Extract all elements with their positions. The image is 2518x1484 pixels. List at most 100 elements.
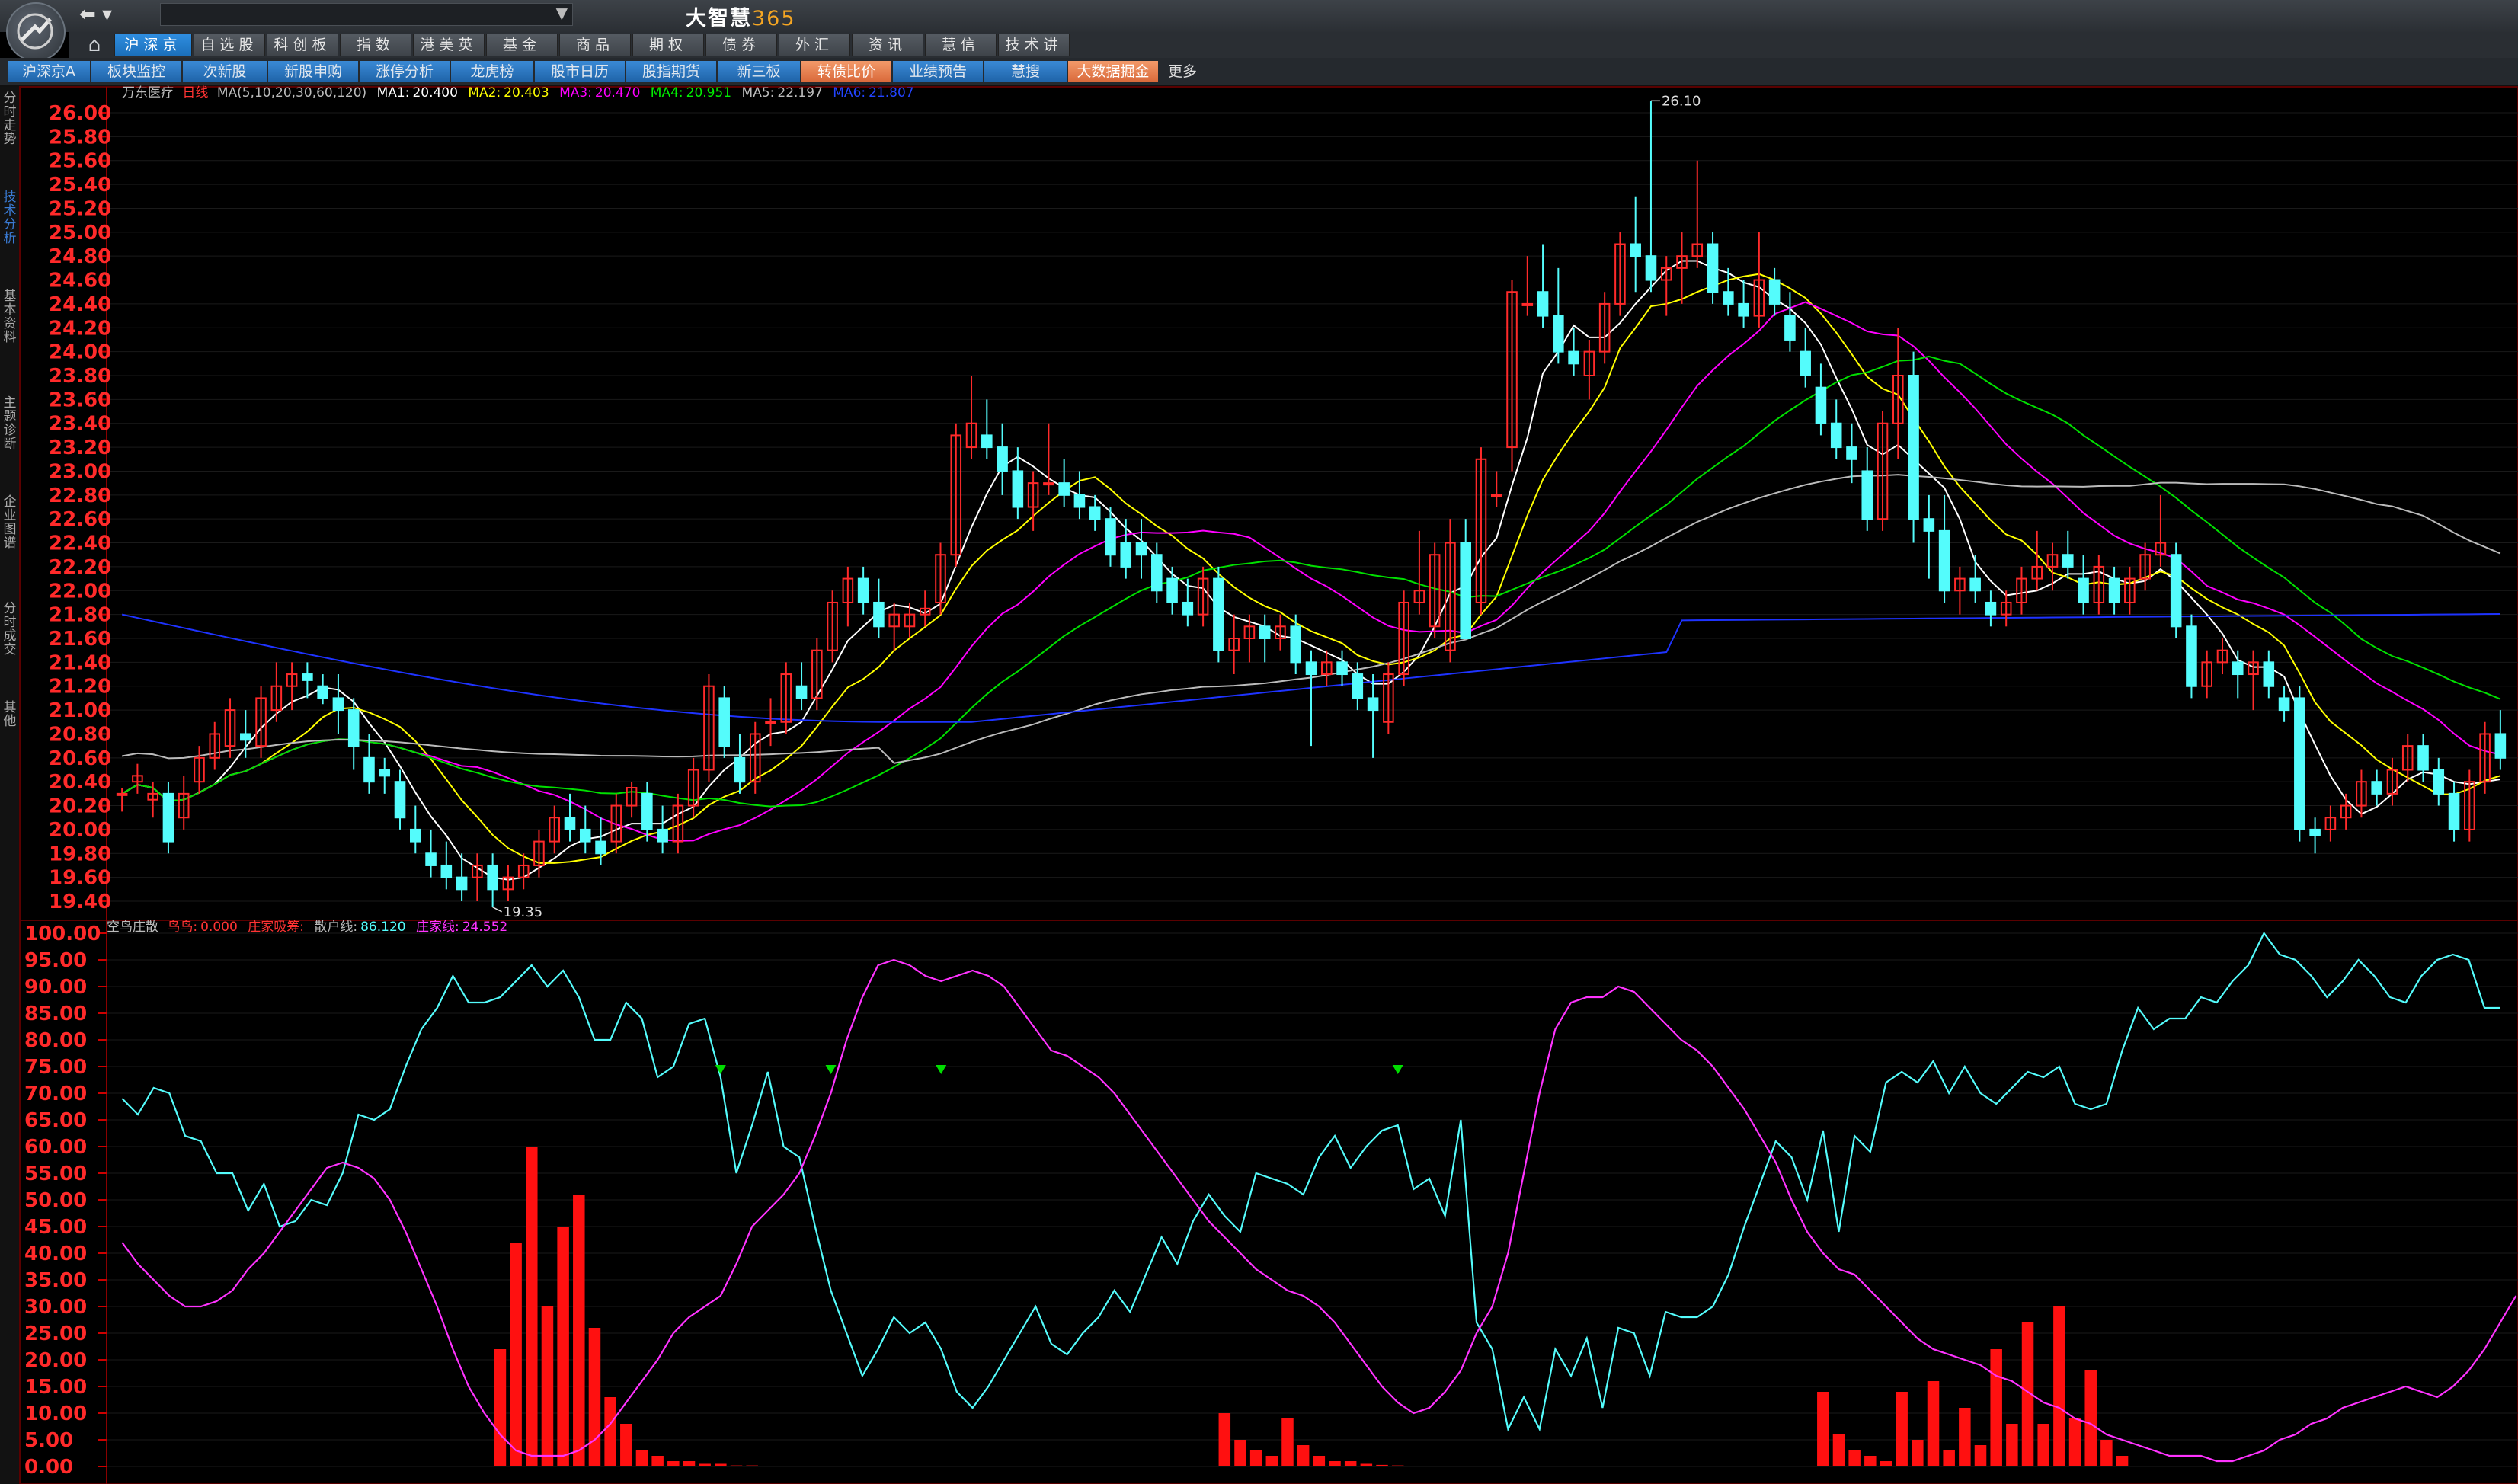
- candle-body: [1645, 255, 1657, 281]
- chip-bar: [510, 1243, 522, 1466]
- price-legend: 万东医疗 日线 MA(5,10,20,30,60,120) MA1: 20.400…: [122, 85, 914, 101]
- chip-bar: [1249, 1450, 1262, 1466]
- candle-body: [1367, 697, 1379, 712]
- chip-bar: [604, 1397, 616, 1466]
- candle-body: [1089, 506, 1101, 520]
- chip-bar: [699, 1463, 711, 1466]
- candle-body: [1830, 422, 1842, 449]
- candle-body: [1182, 601, 1194, 616]
- indicator-tick-label: 95.00: [24, 949, 87, 972]
- price-tick-label: 24.60: [49, 270, 111, 293]
- candle-body: [1923, 518, 1935, 532]
- candle-body: [1259, 625, 1271, 639]
- chip-bar: [1344, 1461, 1357, 1466]
- chip-bar: [1265, 1456, 1278, 1466]
- moving-average-lines: [121, 260, 2501, 881]
- chip-bar: [651, 1456, 664, 1466]
- candle-body: [162, 792, 174, 843]
- candle-body: [1043, 482, 1054, 486]
- candle-body: [1105, 518, 1116, 556]
- candle-body: [1707, 243, 1719, 293]
- chip-bar: [1329, 1461, 1341, 1466]
- candle-body: [1151, 554, 1163, 592]
- indicator-tick-label: 30.00: [24, 1296, 87, 1319]
- candle-body: [487, 864, 498, 891]
- price-tick-label: 24.80: [49, 245, 111, 268]
- candlesticks: [116, 101, 2507, 907]
- candle-body: [2494, 733, 2507, 759]
- candle-body: [1336, 661, 1348, 676]
- ma-line-10: [121, 273, 2501, 864]
- candle-body: [997, 446, 1008, 472]
- signal-marker: [825, 1065, 837, 1074]
- candle-body: [1938, 529, 1950, 592]
- candle-body: [1723, 291, 1734, 305]
- price-tick-label: 23.00: [49, 460, 111, 483]
- price-tick-label: 21.60: [49, 628, 111, 651]
- candle-body: [425, 852, 437, 866]
- candle-body: [1460, 542, 1471, 640]
- candle-body: [456, 876, 468, 891]
- high-label: 26.10: [1662, 93, 1701, 109]
- chip-bar: [557, 1227, 569, 1466]
- chip-bar: [1864, 1456, 1877, 1466]
- price-tick-label: 26.00: [49, 102, 111, 125]
- price-tick-label: 21.20: [49, 676, 111, 699]
- indicator-tick-label: 60.00: [24, 1136, 87, 1159]
- candle-body: [379, 769, 391, 777]
- candle-body: [394, 781, 406, 819]
- indicator-tick-label: 40.00: [24, 1243, 87, 1265]
- price-tick-label: 19.40: [49, 891, 111, 913]
- indicator-line-0: [121, 931, 2500, 1432]
- candle-body: [2062, 554, 2074, 568]
- candle-body: [1738, 302, 1749, 317]
- candle-body: [1012, 470, 1024, 508]
- price-tick-label: 23.80: [49, 365, 111, 388]
- candle-body: [2278, 697, 2290, 712]
- chip-bar: [667, 1461, 680, 1466]
- chip-bar: [1959, 1408, 1971, 1466]
- candle-body: [857, 577, 869, 603]
- candle-body: [1768, 279, 1781, 305]
- candle-body: [1305, 661, 1317, 676]
- indicator-tick-label: 100.00: [24, 923, 101, 945]
- candle-body: [564, 817, 576, 830]
- indicator-tick-label: 85.00: [24, 1003, 87, 1025]
- indicator-tick-label: 20.00: [24, 1349, 87, 1372]
- chip-bar: [1896, 1392, 1908, 1466]
- chip-bar: [1817, 1392, 1829, 1466]
- candle-body: [1908, 375, 1919, 520]
- candle-body: [1521, 302, 1534, 306]
- indicator-tick-label: 55.00: [24, 1163, 87, 1185]
- candle-body: [363, 756, 375, 783]
- candle-body: [981, 434, 993, 449]
- low-pointer: [492, 907, 502, 913]
- indicator-pane-frame: [19, 920, 2518, 1484]
- indicator-tick-label: 80.00: [24, 1029, 87, 1052]
- indicator-tick-label: 5.00: [24, 1429, 73, 1452]
- chip-bar: [1234, 1440, 1246, 1466]
- chip-bar: [1832, 1434, 1845, 1466]
- price-tick-label: 22.40: [49, 533, 111, 555]
- candle-body: [718, 697, 730, 747]
- indicator-tick-label: 10.00: [24, 1402, 87, 1425]
- candle-body: [2417, 745, 2429, 771]
- ma-line-20: [121, 301, 2501, 842]
- indicator-lines: [121, 931, 2517, 1463]
- candle-body: [240, 733, 251, 741]
- price-tick-label: 20.20: [49, 795, 111, 818]
- price-tick-label: 20.00: [49, 819, 111, 842]
- candle-body: [2448, 792, 2460, 830]
- candle-body: [1537, 291, 1549, 317]
- candle-body: [2232, 661, 2244, 676]
- low-label: 19.35: [504, 904, 543, 920]
- stock-chart[interactable]: 26.0025.8025.6025.4025.2025.0024.8024.60…: [0, 0, 2518, 1484]
- candle-body: [1846, 446, 1857, 460]
- chip-bar: [2116, 1456, 2129, 1466]
- chip-bar: [1912, 1440, 1924, 1466]
- candle-body: [2186, 625, 2197, 687]
- chip-bar: [1360, 1463, 1373, 1466]
- indicator-tick-label: 15.00: [24, 1376, 87, 1399]
- candle-body: [440, 864, 453, 878]
- price-tick-label: 23.40: [49, 413, 111, 436]
